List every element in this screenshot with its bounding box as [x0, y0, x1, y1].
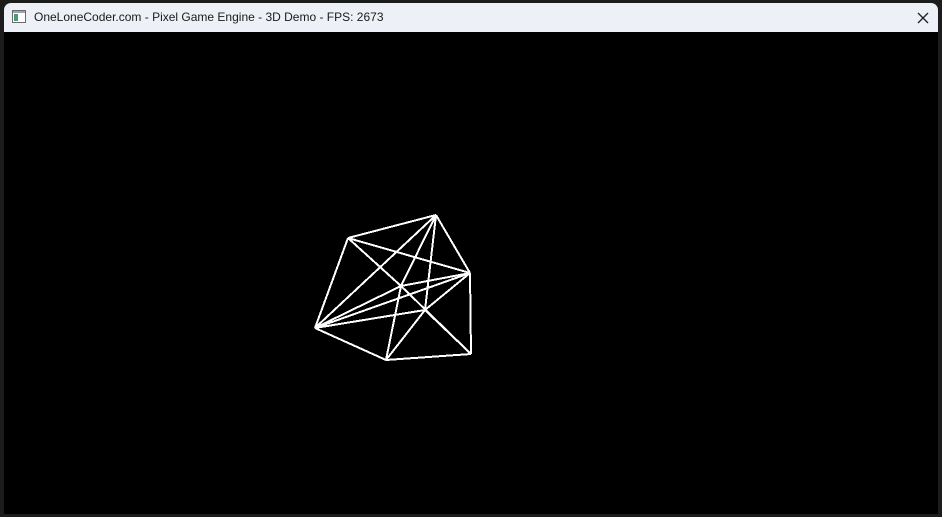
cube-edge — [314, 272, 471, 329]
app-icon — [12, 10, 26, 23]
cube-edge — [400, 272, 471, 287]
cube-edge — [469, 272, 472, 355]
wireframe-cube — [314, 214, 472, 361]
cube-edge — [385, 353, 472, 361]
window-title: OneLoneCoder.com - Pixel Game Engine - 3… — [34, 10, 384, 24]
cube-edge — [314, 327, 387, 361]
close-icon — [917, 12, 929, 23]
render-canvas[interactable] — [4, 32, 938, 514]
close-button[interactable] — [908, 3, 938, 32]
title-bar[interactable]: OneLoneCoder.com - Pixel Game Engine - 3… — [4, 3, 938, 32]
cube-edge — [400, 214, 437, 287]
cube-edge — [424, 272, 471, 311]
cube-edge — [424, 309, 472, 355]
app-window: OneLoneCoder.com - Pixel Game Engine - 3… — [4, 3, 938, 514]
